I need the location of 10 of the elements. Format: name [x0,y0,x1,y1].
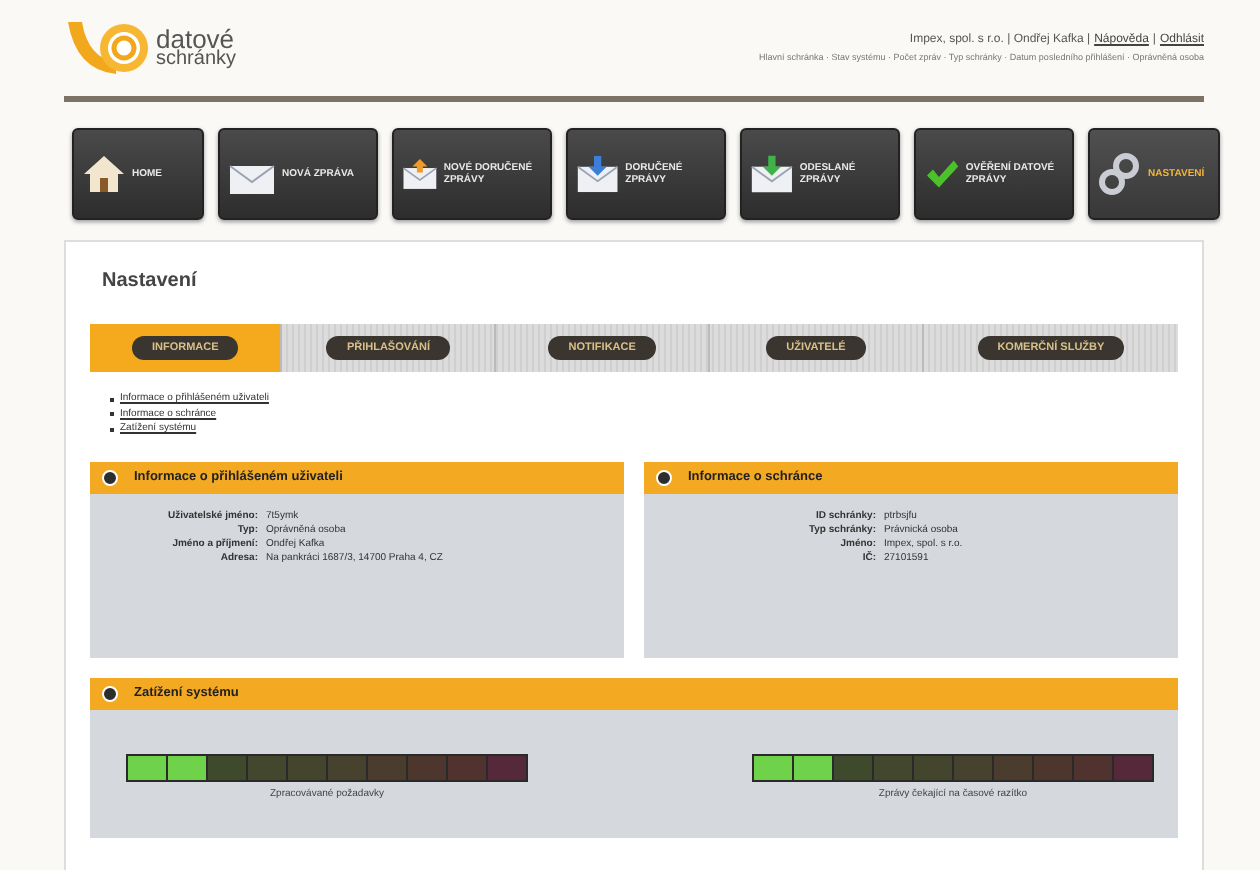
envelope-icon [750,152,794,196]
collapse-icon[interactable] [102,469,118,485]
logo-text: schránky [156,50,237,69]
house-icon [82,152,126,196]
page-title: Nastavení [102,270,199,292]
logo-icon [64,18,152,78]
logo-text: datové [156,27,235,51]
collapse-icon[interactable] [102,685,118,701]
collapse-icon[interactable] [656,469,672,485]
envelope-icon [576,152,620,196]
